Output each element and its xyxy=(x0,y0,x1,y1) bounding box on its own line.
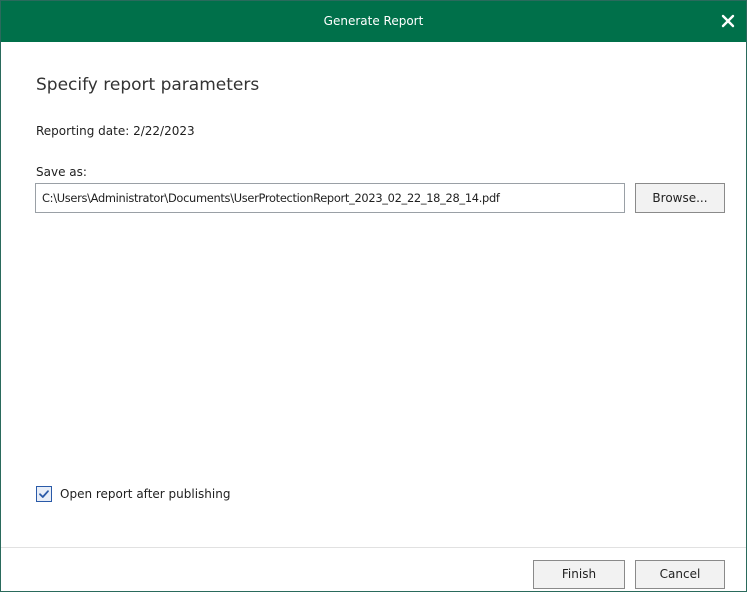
close-icon[interactable] xyxy=(716,9,740,33)
checkmark-icon xyxy=(39,490,49,498)
open-report-checkbox[interactable] xyxy=(36,486,52,502)
browse-button[interactable]: Browse... xyxy=(635,183,725,213)
reporting-date-value: 2/22/2023 xyxy=(133,124,195,138)
window-title: Generate Report xyxy=(323,14,424,28)
page-heading: Specify report parameters xyxy=(36,75,260,95)
reporting-date-label: Reporting date: xyxy=(36,124,130,138)
footer-divider xyxy=(1,547,746,548)
cancel-button[interactable]: Cancel xyxy=(635,560,725,589)
save-as-path-input[interactable] xyxy=(35,183,625,213)
generate-report-dialog: Generate Report Specify report parameter… xyxy=(0,0,747,592)
save-as-label: Save as: xyxy=(36,165,87,179)
finish-button[interactable]: Finish xyxy=(533,560,625,589)
open-report-option[interactable]: Open report after publishing xyxy=(36,485,230,503)
title-bar: Generate Report xyxy=(1,1,746,42)
reporting-date: Reporting date: 2/22/2023 xyxy=(36,124,195,138)
open-report-label: Open report after publishing xyxy=(60,487,231,501)
